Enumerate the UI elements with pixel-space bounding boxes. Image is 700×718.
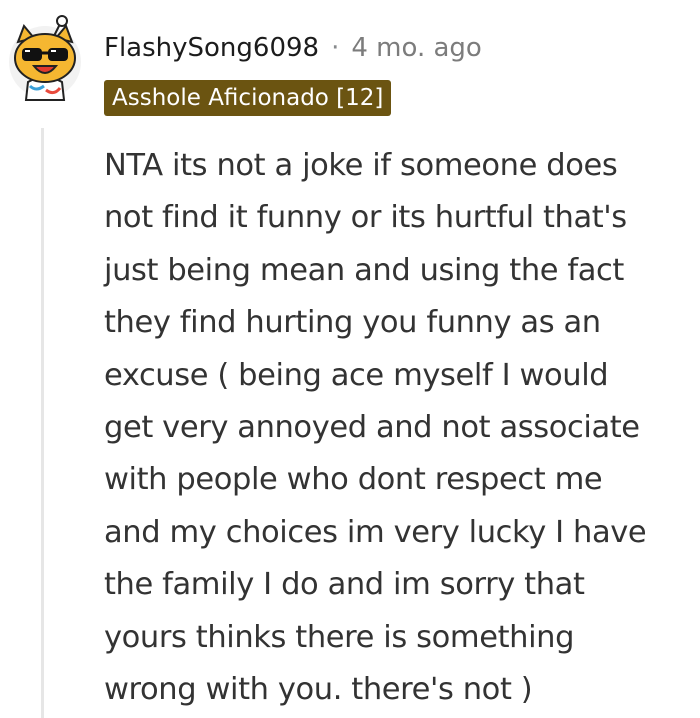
comment-body-line: yours thinks there is something <box>104 619 575 655</box>
user-flair-badge: Asshole Aficionado [12] <box>104 80 392 116</box>
meta-separator: · <box>331 33 340 63</box>
comment-body-line: not find it funny or its hurtful that's <box>104 200 627 236</box>
comment-body-line: the family I do and im sorry that <box>104 567 585 603</box>
thread-collapse-line[interactable] <box>41 128 44 718</box>
comment-body-line: excuse ( being ace myself I would <box>104 357 609 393</box>
timestamp-link[interactable]: 4 mo. ago <box>351 33 481 63</box>
comment-body-line: with people who dont respect me <box>104 462 603 498</box>
comment-body-line: wrong with you. there's not ) <box>104 672 533 708</box>
comment-meta: FlashySong6098 · 4 mo. ago <box>104 28 482 68</box>
comment: FlashySong6098 · 4 mo. ago Asshole Afici… <box>0 0 700 718</box>
comment-body-line: NTA its not a joke if someone does <box>104 148 618 183</box>
comment-body: NTA its not a joke if someone does not f… <box>104 140 694 716</box>
comment-body-line: and my choices im very lucky I have <box>104 514 647 550</box>
comment-body-line: get very annoyed and not associate <box>104 410 640 446</box>
user-avatar-icon[interactable] <box>8 12 86 104</box>
username-link[interactable]: FlashySong6098 <box>104 33 319 63</box>
comment-body-line: just being mean and using the fact <box>104 252 624 288</box>
comment-body-line: they find hurting you funny as an <box>104 305 601 341</box>
